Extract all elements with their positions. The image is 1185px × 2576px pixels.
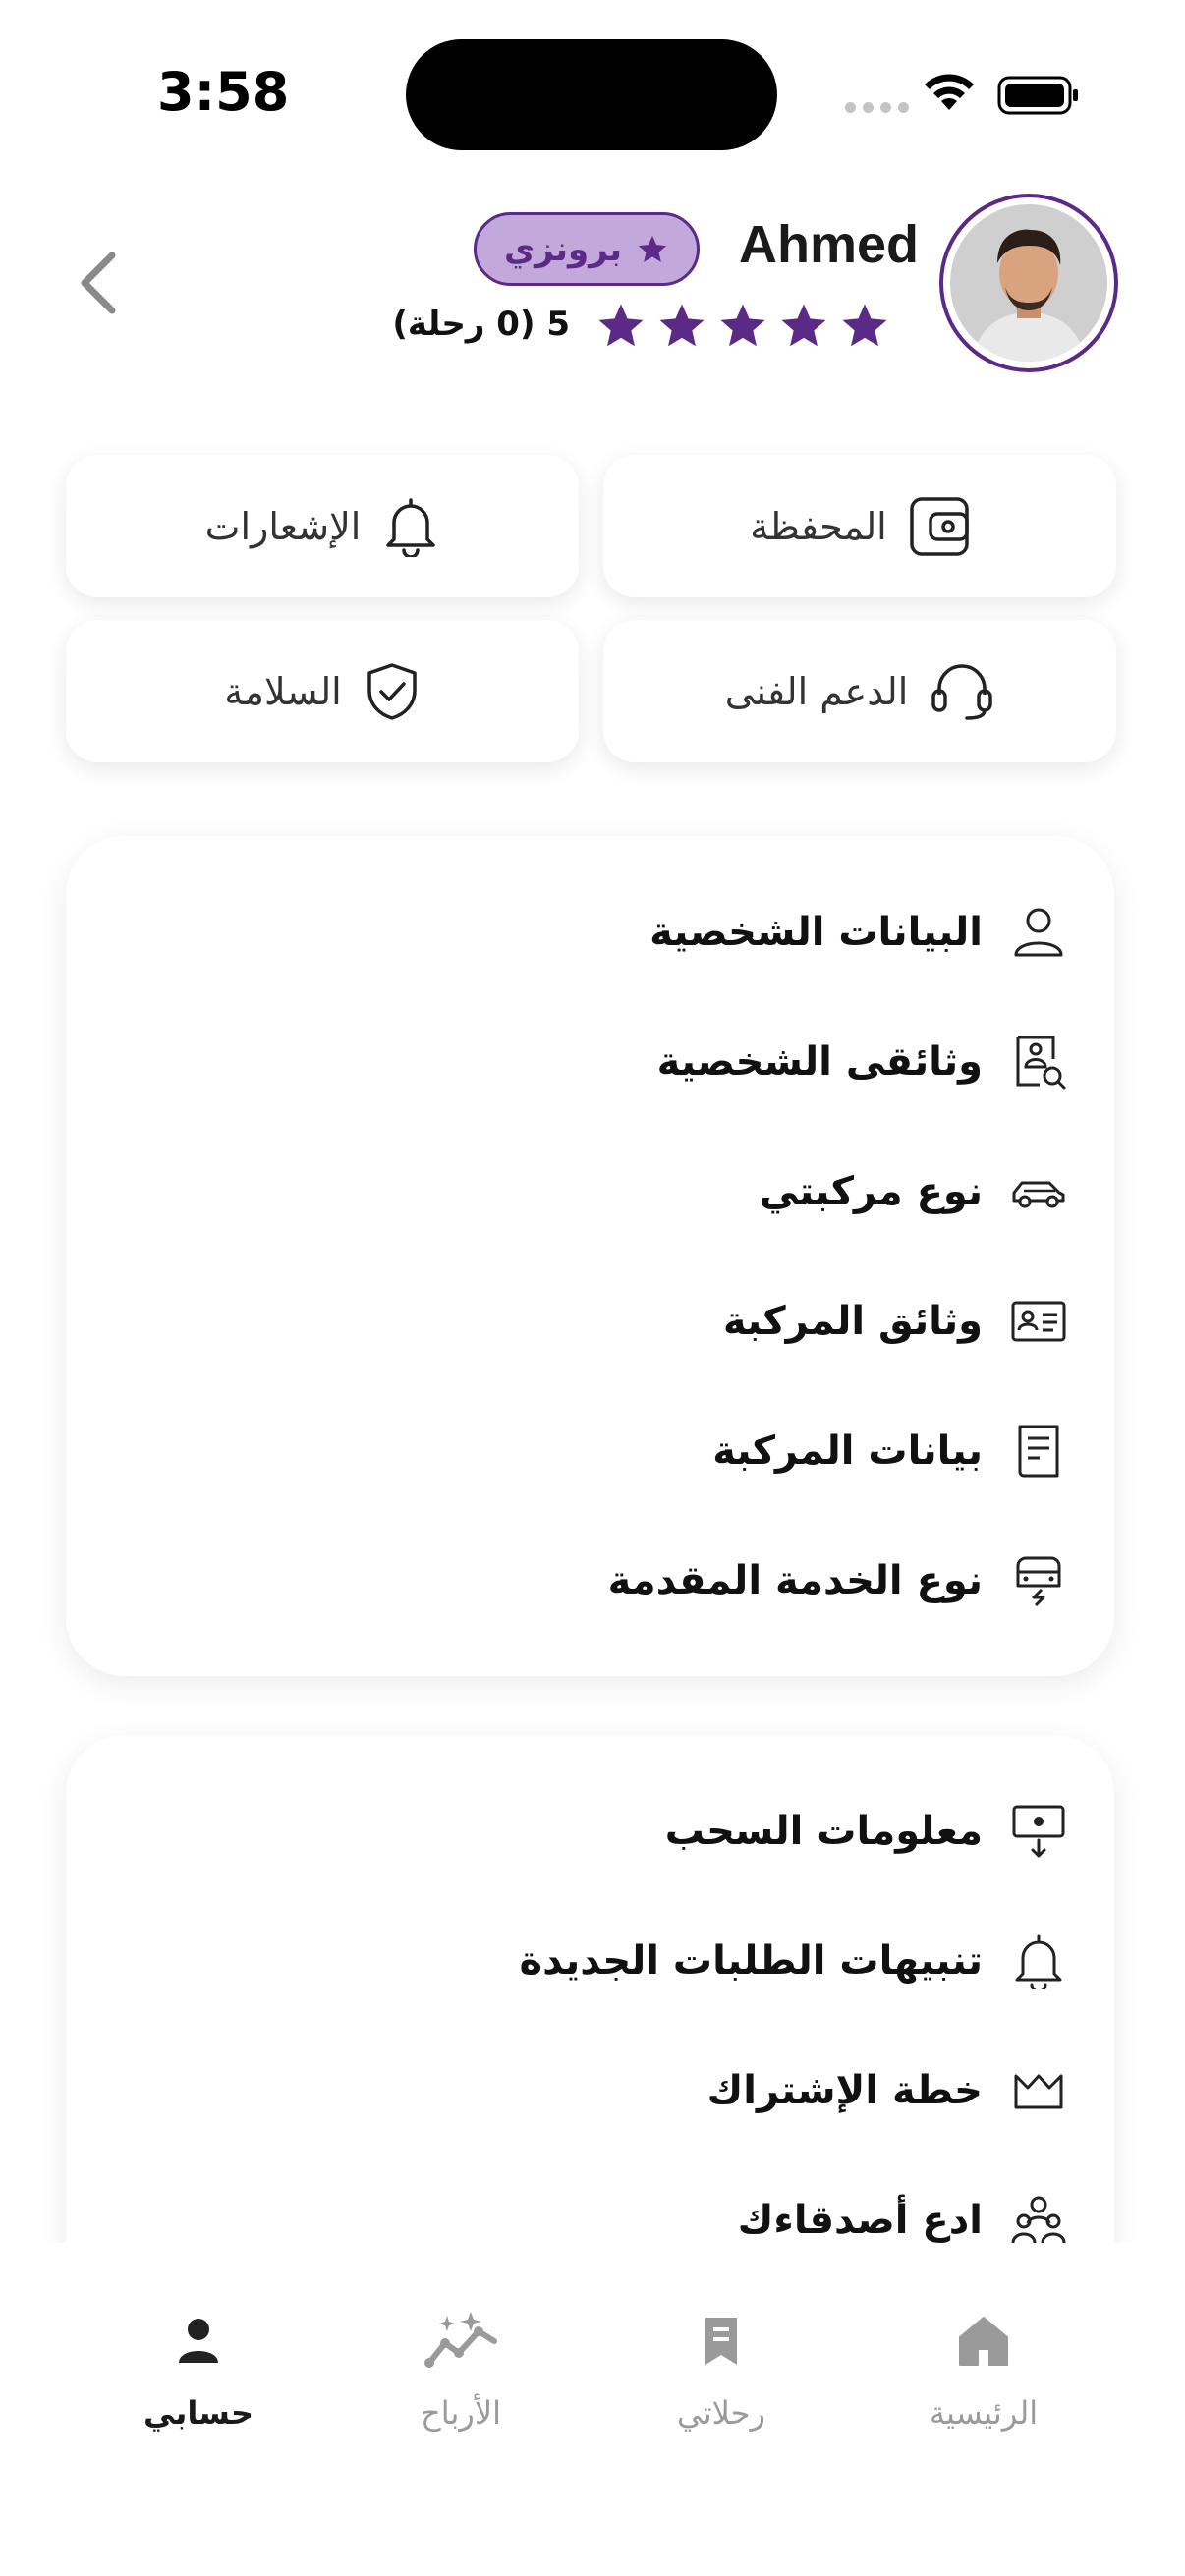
tile-wallet[interactable]: المحفظة xyxy=(603,455,1116,597)
wallet-icon xyxy=(909,496,969,556)
menu-item-label: نوع مركبتي xyxy=(759,1169,983,1214)
cash-withdraw-icon xyxy=(1012,1805,1065,1858)
back-chevron-icon[interactable] xyxy=(69,244,128,322)
star-icon xyxy=(638,235,667,262)
account-menu-card: البيانات الشخصية وثائقى الشخصية نوع مركب… xyxy=(66,836,1114,1676)
nav-earnings[interactable]: الأرباح xyxy=(353,2312,569,2432)
nav-label: رحلاتي xyxy=(677,2394,765,2432)
menu-item-vehicle-documents[interactable]: وثائق المركبة xyxy=(723,1282,1067,1361)
headset-icon xyxy=(931,663,993,720)
trips-icon xyxy=(705,2318,737,2365)
menu-item-label: ادع أصدقاءك xyxy=(737,2198,983,2243)
tile-support[interactable]: الدعم الفنى xyxy=(603,620,1116,762)
trend-sparkle-icon xyxy=(424,2312,497,2368)
menu-item-withdrawal-info[interactable]: معلومات السحب xyxy=(665,1792,1067,1871)
nav-account[interactable]: حسابي xyxy=(90,2312,307,2432)
menu-item-label: تنبيهات الطلبات الجديدة xyxy=(519,1938,983,1984)
status-time: 3:58 xyxy=(157,61,290,123)
nav-label: حسابي xyxy=(142,2394,254,2432)
avatar[interactable] xyxy=(939,194,1118,372)
dynamic-island xyxy=(406,39,777,150)
person-icon xyxy=(179,2319,218,2363)
menu-item-subscription-plan[interactable]: خطة الإشتراك xyxy=(707,2051,1067,2130)
battery-icon xyxy=(997,76,1078,115)
car-icon xyxy=(1012,1181,1065,1208)
star-icon xyxy=(842,304,887,347)
tile-notifications-label: الإشعارات xyxy=(204,504,362,548)
rating-text: 5 (0 رحلة) xyxy=(392,305,570,344)
id-card-icon xyxy=(1011,1301,1066,1342)
users-icon xyxy=(1011,2196,1066,2244)
rating-stars xyxy=(594,300,891,353)
signal-icon xyxy=(845,102,909,113)
nav-label: الرئيسية xyxy=(929,2394,1039,2432)
driver-name: Ahmed xyxy=(738,215,919,274)
menu-item-new-order-alerts[interactable]: تنبيهات الطلبات الجديدة xyxy=(520,1922,1067,2000)
menu-item-label: خطة الإشتراك xyxy=(706,2068,983,2113)
receipt-icon xyxy=(1018,1425,1059,1478)
menu-item-vehicle-data[interactable]: بيانات المركبة xyxy=(712,1412,1067,1490)
nav-label: الأرباح xyxy=(421,2394,501,2432)
menu-item-my-documents[interactable]: وثائقى الشخصية xyxy=(657,1023,1067,1101)
tier-badge-label: برونزي xyxy=(503,229,623,269)
menu-item-vehicle-type[interactable]: نوع مركبتي xyxy=(760,1152,1067,1231)
electric-car-icon xyxy=(1016,1556,1061,1607)
nav-trips[interactable]: رحلاتي xyxy=(613,2312,829,2432)
tier-badge: برونزي xyxy=(474,212,700,286)
tile-support-label: الدعم الفنى xyxy=(724,669,909,713)
menu-item-label: وثائقى الشخصية xyxy=(656,1039,983,1085)
star-icon xyxy=(781,304,826,347)
star-icon xyxy=(659,304,705,347)
nav-home[interactable]: الرئيسية xyxy=(875,2312,1092,2432)
shield-check-icon xyxy=(367,662,417,720)
tile-wallet-label: المحفظة xyxy=(750,504,887,548)
tile-notifications[interactable]: الإشعارات xyxy=(66,455,579,597)
avatar-photo xyxy=(950,204,1107,362)
bell-icon xyxy=(386,497,436,557)
star-icon xyxy=(598,304,644,347)
home-icon xyxy=(959,2317,1008,2366)
menu-item-label: البيانات الشخصية xyxy=(649,910,983,955)
wifi-icon xyxy=(925,74,974,110)
menu-item-service-type[interactable]: نوع الخدمة المقدمة xyxy=(608,1541,1067,1620)
document-search-icon xyxy=(1016,1036,1066,1090)
tile-safety-label: السلامة xyxy=(224,669,342,713)
menu-item-label: نوع الخدمة المقدمة xyxy=(607,1558,983,1603)
bottom-navigation: حسابي الأرباح رحلاتي الرئيسية xyxy=(0,2243,1185,2576)
menu-item-label: بيانات المركبة xyxy=(712,1428,983,1474)
user-icon xyxy=(1014,908,1063,957)
bell-icon xyxy=(1015,1934,1062,1989)
menu-item-label: وثائق المركبة xyxy=(722,1299,983,1344)
crown-icon xyxy=(1014,2074,1063,2109)
tile-safety[interactable]: السلامة xyxy=(66,620,579,762)
menu-item-personal-data[interactable]: البيانات الشخصية xyxy=(649,893,1067,972)
star-icon xyxy=(720,304,765,347)
menu-item-label: معلومات السحب xyxy=(664,1809,983,1854)
